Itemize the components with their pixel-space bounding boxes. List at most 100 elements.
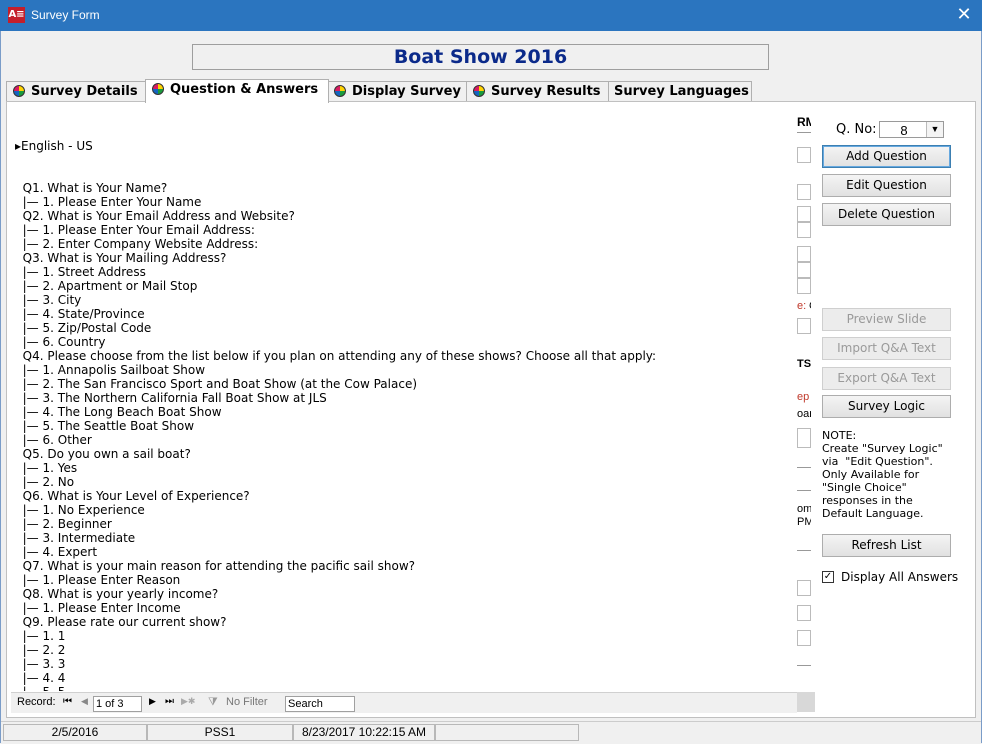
scrollbar-corner	[797, 692, 815, 712]
tab-survey-languages[interactable]: Survey Languages	[608, 81, 752, 102]
tree-line[interactable]: Q9. Please rate our current show?	[15, 615, 805, 629]
hidden-field	[797, 222, 811, 238]
status-timestamp: 8/23/2017 10:22:15 AM	[293, 724, 435, 741]
question-number-label: Q. No:	[836, 122, 877, 137]
question-number-select[interactable]: 8 ▼	[879, 121, 944, 138]
tree-line[interactable]: |— 5. 5	[15, 685, 805, 691]
divider	[797, 550, 811, 551]
hidden-field	[797, 630, 811, 646]
hidden-label-fragment: ep	[797, 391, 810, 403]
tree-line[interactable]: Q1. What is Your Name?	[15, 181, 805, 195]
hidden-label-fragment: TS	[797, 358, 811, 370]
last-record-icon[interactable]: ⏭	[165, 696, 174, 707]
tree-root[interactable]: ▸English - US	[15, 139, 805, 153]
tree-line[interactable]: |— 5. Zip/Postal Code	[15, 321, 805, 335]
access-app-icon: A≡	[8, 7, 25, 23]
tree-line[interactable]: |— 3. City	[15, 293, 805, 307]
hidden-field	[797, 605, 811, 621]
preview-slide-button[interactable]: Preview Slide	[822, 308, 951, 331]
hidden-label-fragment: e:	[797, 300, 807, 312]
chevron-down-icon[interactable]: ▼	[926, 122, 943, 137]
hidden-label-fragment: oar	[797, 408, 811, 420]
divider	[797, 132, 811, 133]
tree-line[interactable]: Q6. What is Your Level of Experience?	[15, 489, 805, 503]
hidden-field	[797, 262, 811, 278]
tree-line[interactable]: |— 4. 4	[15, 671, 805, 685]
record-position-input[interactable]: 1 of 3	[93, 696, 142, 712]
tree-line[interactable]: |— 1. Please Enter Your Name	[15, 195, 805, 209]
previous-record-icon[interactable]: ◀	[81, 696, 88, 707]
tree-line[interactable]: |— 1. 1	[15, 629, 805, 643]
hidden-field	[797, 318, 811, 334]
tree-line[interactable]: |— 1. Please Enter Your Email Address:	[15, 223, 805, 237]
tree-line[interactable]: Q7. What is your main reason for attendi…	[15, 559, 805, 573]
survey-logic-button[interactable]: Survey Logic	[822, 395, 951, 418]
new-record-icon[interactable]: ▶✱	[181, 696, 195, 707]
tree-line[interactable]: |— 2. No	[15, 475, 805, 489]
hidden-label-fragment: om	[797, 503, 811, 515]
tree-line[interactable]: |— 3. 3	[15, 657, 805, 671]
question-tree[interactable]: ▸English - US Q1. What is Your Name? |— …	[15, 111, 805, 691]
window-titlebar: A≡ Survey Form ✕	[0, 0, 982, 31]
tree-line[interactable]: |— 1. Yes	[15, 461, 805, 475]
hidden-label-fragment: C	[809, 300, 811, 312]
tab-question-answers[interactable]: Question & Answers	[145, 79, 329, 103]
record-label: Record:	[17, 696, 56, 708]
tree-line[interactable]: |— 5. The Seattle Boat Show	[15, 419, 805, 433]
tab-survey-details[interactable]: Survey Details	[6, 81, 147, 102]
window-title: Survey Form	[31, 8, 100, 22]
tree-line[interactable]: |— 3. The Northern California Fall Boat …	[15, 391, 805, 405]
survey-logic-note: NOTE: Create "Survey Logic" via "Edit Qu…	[822, 429, 943, 520]
hidden-field	[797, 184, 811, 200]
tab-display-survey[interactable]: Display Survey	[327, 81, 468, 102]
next-record-icon[interactable]: ▶	[149, 696, 156, 707]
divider	[797, 467, 811, 468]
display-all-answers-checkbox[interactable]: ✓	[822, 571, 834, 583]
tree-line[interactable]: Q4. Please choose from the list below if…	[15, 349, 805, 363]
tree-line[interactable]: Q8. What is your yearly income?	[15, 587, 805, 601]
survey-globe-icon	[334, 85, 346, 97]
tree-line[interactable]: Q5. Do you own a sail boat?	[15, 447, 805, 461]
tree-line[interactable]: |— 2. Beginner	[15, 517, 805, 531]
tree-line[interactable]: |— 4. State/Province	[15, 307, 805, 321]
question-number-value: 8	[900, 123, 908, 138]
export-qa-text-button[interactable]: Export Q&A Text	[822, 367, 951, 390]
filter-icon[interactable]: ⧩	[208, 696, 218, 709]
form-title: Boat Show 2016	[192, 44, 769, 70]
close-icon[interactable]: ✕	[954, 4, 974, 26]
first-record-icon[interactable]: ⏮	[63, 696, 72, 707]
survey-globe-icon	[13, 85, 25, 97]
hidden-field	[797, 206, 811, 222]
tree-line[interactable]: |— 1. Please Enter Income	[15, 601, 805, 615]
hidden-label-fragment: PM	[797, 516, 811, 528]
tree-line[interactable]: |— 6. Other	[15, 433, 805, 447]
tree-line[interactable]: Q3. What is Your Mailing Address?	[15, 251, 805, 265]
hidden-field	[797, 147, 811, 163]
record-navigation-bar: Record: ⏮ ◀ 1 of 3 ▶ ⏭ ▶✱ ⧩ No Filter Se…	[11, 692, 797, 713]
tree-line[interactable]: |— 4. Expert	[15, 545, 805, 559]
no-filter-label[interactable]: No Filter	[226, 696, 268, 708]
tree-line[interactable]: |— 2. 2	[15, 643, 805, 657]
tree-line[interactable]: |— 6. Country	[15, 335, 805, 349]
status-empty-cell	[435, 724, 579, 741]
tree-line[interactable]: |— 1. Please Enter Reason	[15, 573, 805, 587]
tree-line[interactable]: |— 2. Enter Company Website Address:	[15, 237, 805, 251]
tree-line[interactable]: Q2. What is Your Email Address and Websi…	[15, 209, 805, 223]
import-qa-text-button[interactable]: Import Q&A Text	[822, 337, 951, 360]
tree-line[interactable]: |— 2. The San Francisco Sport and Boat S…	[15, 377, 805, 391]
refresh-list-button[interactable]: Refresh List	[822, 534, 951, 557]
hidden-form-controls: RM e: C TS ep oar om PM	[797, 110, 811, 700]
tree-line[interactable]: |— 2. Apartment or Mail Stop	[15, 279, 805, 293]
delete-question-button[interactable]: Delete Question	[822, 203, 951, 226]
tree-line[interactable]: |— 4. The Long Beach Boat Show	[15, 405, 805, 419]
edit-question-button[interactable]: Edit Question	[822, 174, 951, 197]
status-user: PSS1	[147, 724, 293, 741]
add-question-button[interactable]: Add Question	[822, 145, 951, 168]
tree-line[interactable]: |— 1. Street Address	[15, 265, 805, 279]
divider	[797, 665, 811, 666]
search-input[interactable]: Search	[285, 696, 355, 712]
tab-survey-results[interactable]: Survey Results	[466, 81, 610, 102]
tree-line[interactable]: |— 1. No Experience	[15, 503, 805, 517]
tree-line[interactable]: |— 1. Annapolis Sailboat Show	[15, 363, 805, 377]
tree-line[interactable]: |— 3. Intermediate	[15, 531, 805, 545]
